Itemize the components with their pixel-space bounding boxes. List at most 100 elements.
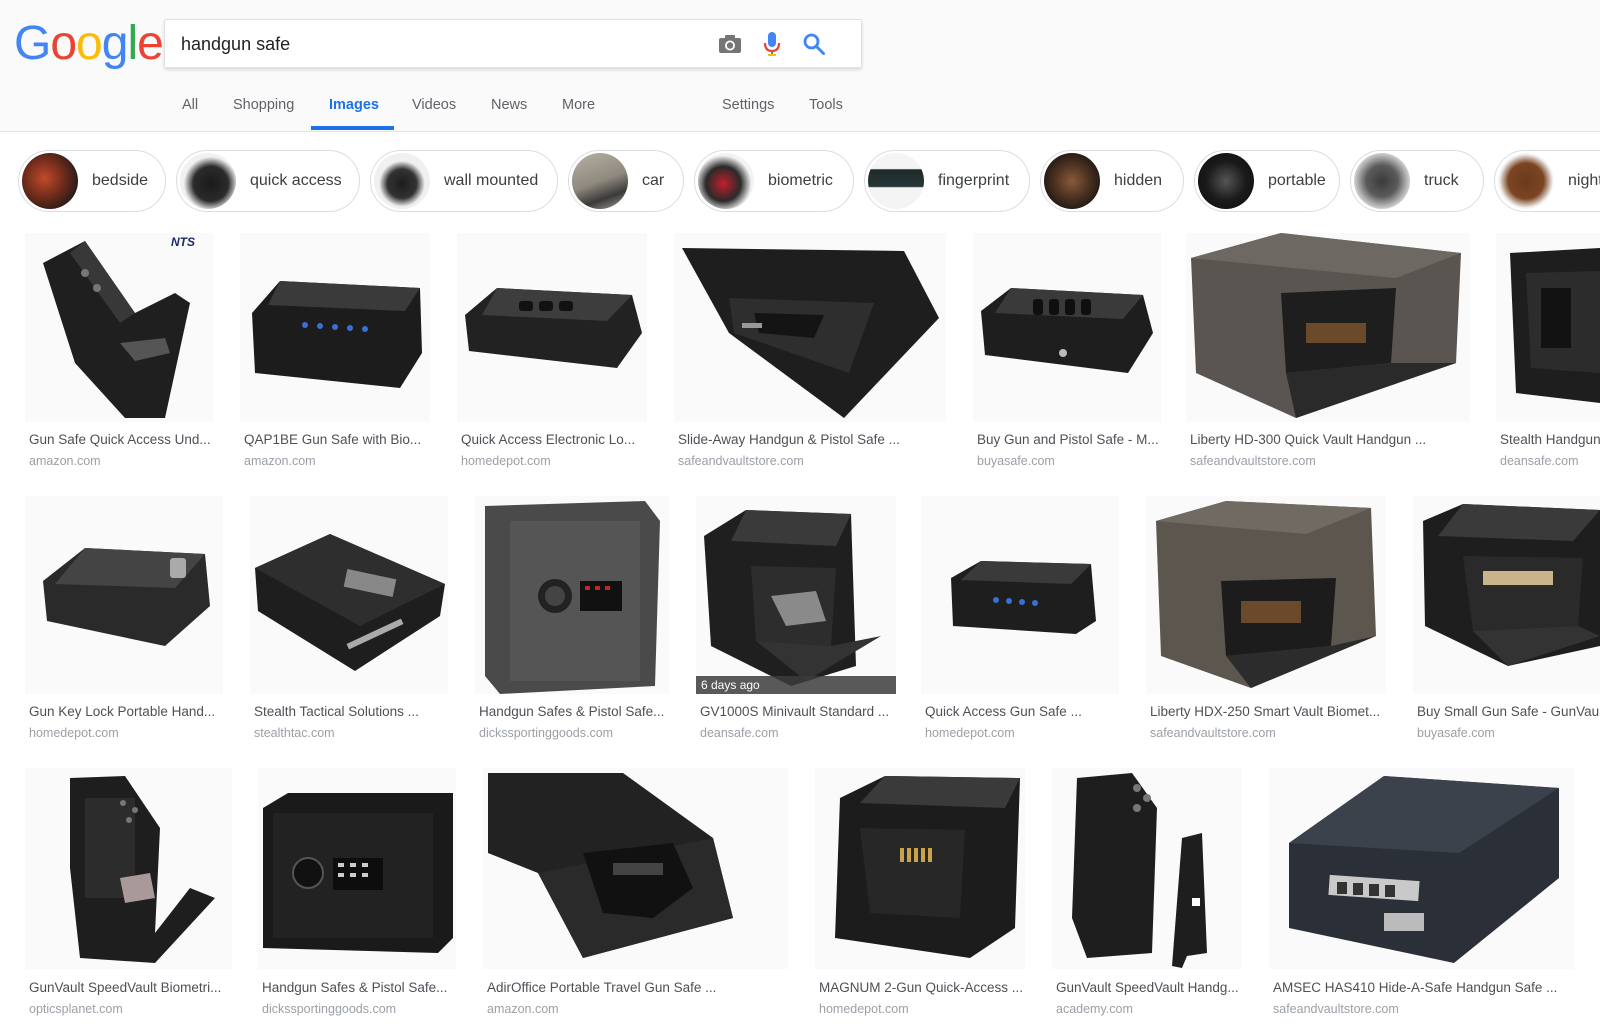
- tab-tools[interactable]: Tools: [809, 88, 843, 132]
- result-domain: homedepot.com: [461, 454, 551, 468]
- result-image: [25, 768, 232, 969]
- chip-wall-mounted[interactable]: wall mounted: [370, 150, 558, 212]
- result-image: [1146, 496, 1386, 694]
- image-result[interactable]: Handgun Safes & Pistol Safe... dicksspor…: [258, 768, 456, 1018]
- chip-label: hidden: [1114, 172, 1163, 189]
- result-image: [25, 496, 223, 694]
- logo-letter: e: [137, 17, 164, 70]
- result-title: Handgun Safes & Pistol Safe...: [262, 980, 448, 995]
- image-result[interactable]: AMSEC HAS410 Hide-A-Safe Handgun Safe ..…: [1269, 768, 1574, 1018]
- chip-thumbnail: [1198, 153, 1254, 209]
- chip-bedside[interactable]: bedside: [18, 150, 166, 212]
- chip-biometric[interactable]: biometric: [694, 150, 854, 212]
- image-result[interactable]: Quick Access Electronic Lo... homedepot.…: [457, 233, 647, 473]
- chip-hidden[interactable]: hidden: [1040, 150, 1184, 212]
- image-result[interactable]: GunVault SpeedVault Biometri... opticspl…: [25, 768, 232, 1018]
- chip-thumbnail: [1044, 153, 1100, 209]
- image-result[interactable]: Stealth Tactical Solutions ... stealthta…: [250, 496, 448, 741]
- image-result[interactable]: AdirOffice Portable Travel Gun Safe ... …: [483, 768, 788, 1018]
- image-result[interactable]: Slide-Away Handgun & Pistol Safe ... saf…: [674, 233, 946, 473]
- result-title: Stealth Tactical Solutions ...: [254, 704, 419, 719]
- result-title: QAP1BE Gun Safe with Bio...: [244, 432, 422, 447]
- image-result[interactable]: GunVault SpeedVault Handg... academy.com: [1052, 768, 1242, 1018]
- image-result[interactable]: Buy Small Gun Safe - GunVau... buyasafe.…: [1413, 496, 1600, 741]
- chip-label: truck: [1424, 172, 1459, 189]
- result-domain: deansafe.com: [1500, 454, 1579, 468]
- result-image: [240, 233, 430, 422]
- result-domain: safeandvaultstore.com: [1150, 726, 1276, 740]
- camera-icon[interactable]: [717, 31, 743, 57]
- result-domain: homedepot.com: [29, 726, 119, 740]
- image-result[interactable]: Liberty HDX-250 Smart Vault Biomet... sa…: [1146, 496, 1386, 741]
- google-logo[interactable]: Google: [14, 17, 164, 70]
- chip-label: portable: [1268, 172, 1326, 189]
- chip-car[interactable]: car: [568, 150, 684, 212]
- tab-videos[interactable]: Videos: [412, 88, 456, 132]
- result-title: AdirOffice Portable Travel Gun Safe ...: [487, 980, 717, 995]
- chip-truck[interactable]: truck: [1350, 150, 1484, 212]
- result-title: Buy Gun and Pistol Safe - M...: [977, 432, 1159, 447]
- image-result[interactable]: Buy Gun and Pistol Safe - M... buyasafe.…: [973, 233, 1161, 473]
- result-domain: deansafe.com: [700, 726, 779, 740]
- mic-icon[interactable]: [759, 31, 785, 57]
- age-badge: 6 days ago: [696, 676, 896, 694]
- chip-thumbnail: [572, 153, 628, 209]
- image-result[interactable]: QAP1BE Gun Safe with Bio... amazon.com: [240, 233, 430, 473]
- image-result[interactable]: Gun Key Lock Portable Hand... homedepot.…: [25, 496, 223, 741]
- chip-nightstand[interactable]: nightstand: [1494, 150, 1600, 212]
- result-image: [475, 496, 669, 694]
- tab-all[interactable]: All: [182, 88, 198, 132]
- chip-thumbnail: [22, 153, 78, 209]
- tab-more[interactable]: More: [562, 88, 595, 132]
- tab-news[interactable]: News: [491, 88, 527, 132]
- chip-thumbnail: [374, 153, 430, 209]
- result-domain: amazon.com: [29, 454, 101, 468]
- chip-portable[interactable]: portable: [1194, 150, 1340, 212]
- result-domain: homedepot.com: [819, 1002, 909, 1016]
- result-domain: academy.com: [1056, 1002, 1133, 1016]
- image-result[interactable]: MAGNUM 2-Gun Quick-Access ... homedepot.…: [815, 768, 1025, 1018]
- search-input[interactable]: [181, 31, 701, 57]
- watermark-badge: NTS: [171, 235, 195, 249]
- active-tab-indicator: [311, 126, 394, 130]
- result-title: Slide-Away Handgun & Pistol Safe ...: [678, 432, 900, 447]
- image-result[interactable]: 6 days ago GV1000S Minivault Standard ..…: [696, 496, 896, 741]
- result-image: [1269, 768, 1574, 969]
- result-title: Liberty HDX-250 Smart Vault Biomet...: [1150, 704, 1381, 719]
- chip-thumbnail: [868, 153, 924, 209]
- chip-thumbnail: [1498, 153, 1554, 209]
- chip-label: bedside: [92, 172, 149, 189]
- image-result[interactable]: Handgun Safes & Pistol Safe... dicksspor…: [475, 496, 669, 741]
- chip-quick-access[interactable]: quick access: [176, 150, 360, 212]
- result-domain: dickssportinggoods.com: [262, 1002, 397, 1016]
- result-title: GunVault SpeedVault Biometri...: [29, 980, 222, 995]
- chip-label: wall mounted: [444, 172, 539, 189]
- chip-fingerprint[interactable]: fingerprint: [864, 150, 1030, 212]
- tab-settings[interactable]: Settings: [722, 88, 774, 132]
- chip-thumbnail: [698, 153, 754, 209]
- chip-label: nightstand: [1568, 172, 1600, 189]
- result-title: AMSEC HAS410 Hide-A-Safe Handgun Safe ..…: [1273, 980, 1558, 995]
- tab-shopping[interactable]: Shopping: [233, 88, 294, 132]
- image-result[interactable]: Quick Access Gun Safe ... homedepot.com: [921, 496, 1119, 741]
- chip-thumbnail: [1354, 153, 1410, 209]
- result-domain: buyasafe.com: [977, 454, 1055, 468]
- logo-letter: l: [127, 17, 138, 70]
- chip-thumbnail: [180, 153, 236, 209]
- image-result[interactable]: NTS Gun Safe Quick Access Und... amazon.…: [25, 233, 213, 473]
- result-image: NTS: [25, 233, 213, 422]
- result-image: [1496, 233, 1600, 422]
- result-image: [815, 768, 1025, 969]
- result-image: [1186, 233, 1470, 422]
- result-domain: opticsplanet.com: [29, 1002, 123, 1016]
- image-result[interactable]: Stealth Handgun ... deansafe.com: [1496, 233, 1600, 473]
- result-title: Buy Small Gun Safe - GunVau...: [1417, 704, 1600, 719]
- result-title: Quick Access Electronic Lo...: [461, 432, 636, 447]
- chip-label: car: [642, 172, 665, 189]
- result-image: 6 days ago: [696, 496, 896, 694]
- image-result[interactable]: Liberty HD-300 Quick Vault Handgun ... s…: [1186, 233, 1470, 473]
- result-title: Gun Key Lock Portable Hand...: [29, 704, 216, 719]
- header: Google All Shopping Images Videos News M…: [0, 0, 1600, 132]
- search-icon[interactable]: [801, 31, 827, 57]
- result-domain: homedepot.com: [925, 726, 1015, 740]
